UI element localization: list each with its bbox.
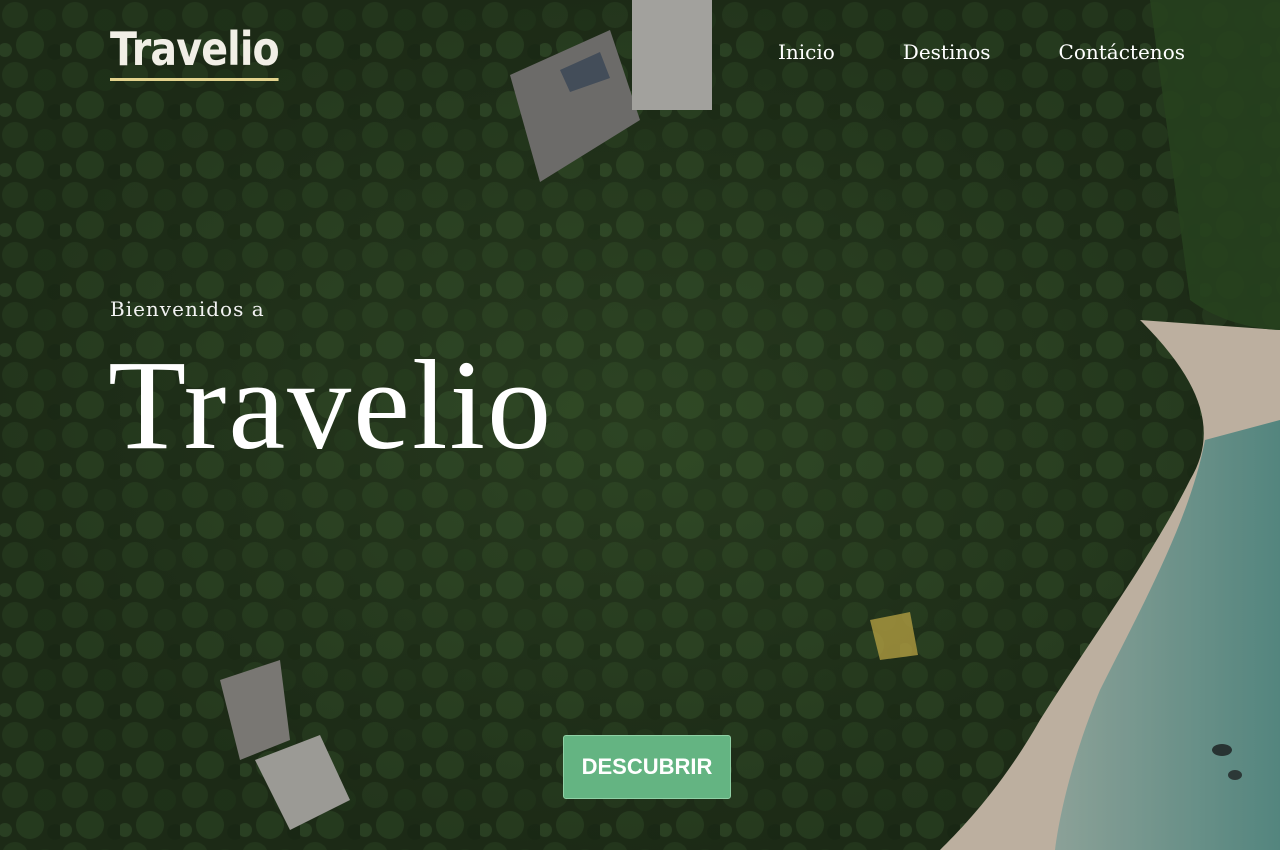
discover-button[interactable]: DESCUBRIR: [563, 735, 731, 799]
nav-link-inicio[interactable]: Inicio: [778, 40, 835, 64]
hero-title: Travelio: [108, 334, 554, 476]
hero-welcome-text: Bienvenidos a: [110, 297, 265, 321]
main-nav: Inicio Destinos Contáctenos: [778, 40, 1185, 64]
nav-link-destinos[interactable]: Destinos: [903, 40, 991, 64]
nav-link-contactenos[interactable]: Contáctenos: [1059, 40, 1185, 64]
site-logo[interactable]: Travelio: [110, 20, 280, 81]
